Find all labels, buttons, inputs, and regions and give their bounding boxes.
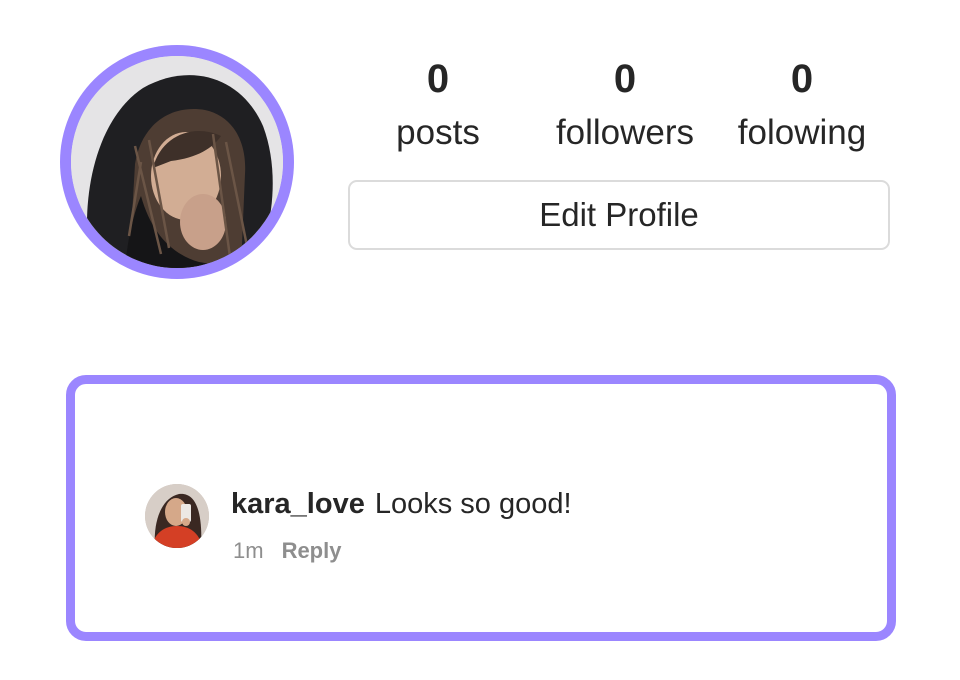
comment-line: kara_love Looks so good!: [231, 486, 572, 522]
comment-time: 1m: [233, 538, 264, 563]
followers-count: 0: [613, 57, 637, 101]
edit-profile-button[interactable]: Edit Profile: [348, 180, 890, 250]
following-stat[interactable]: 0 folowing: [717, 56, 887, 154]
posts-count: 0: [426, 57, 450, 101]
comment-meta: 1m Reply: [233, 536, 341, 566]
profile-stats: 0 posts 0 followers 0 folowing: [348, 56, 892, 166]
reply-button[interactable]: Reply: [282, 538, 342, 563]
followers-label: followers: [555, 113, 695, 152]
followers-stat[interactable]: 0 followers: [540, 56, 710, 154]
posts-label: posts: [396, 113, 480, 152]
comment-text: Looks so good!: [374, 488, 572, 520]
commenter-avatar[interactable]: [145, 484, 209, 548]
following-count: 0: [790, 57, 814, 101]
comment-username[interactable]: kara_love: [231, 488, 365, 520]
posts-stat[interactable]: 0 posts: [353, 56, 523, 154]
profile-avatar[interactable]: [60, 45, 294, 279]
following-label: folowing: [737, 113, 867, 152]
profile-photo: [71, 56, 283, 268]
comment-card: kara_love Looks so good! 1m Reply: [66, 375, 896, 641]
